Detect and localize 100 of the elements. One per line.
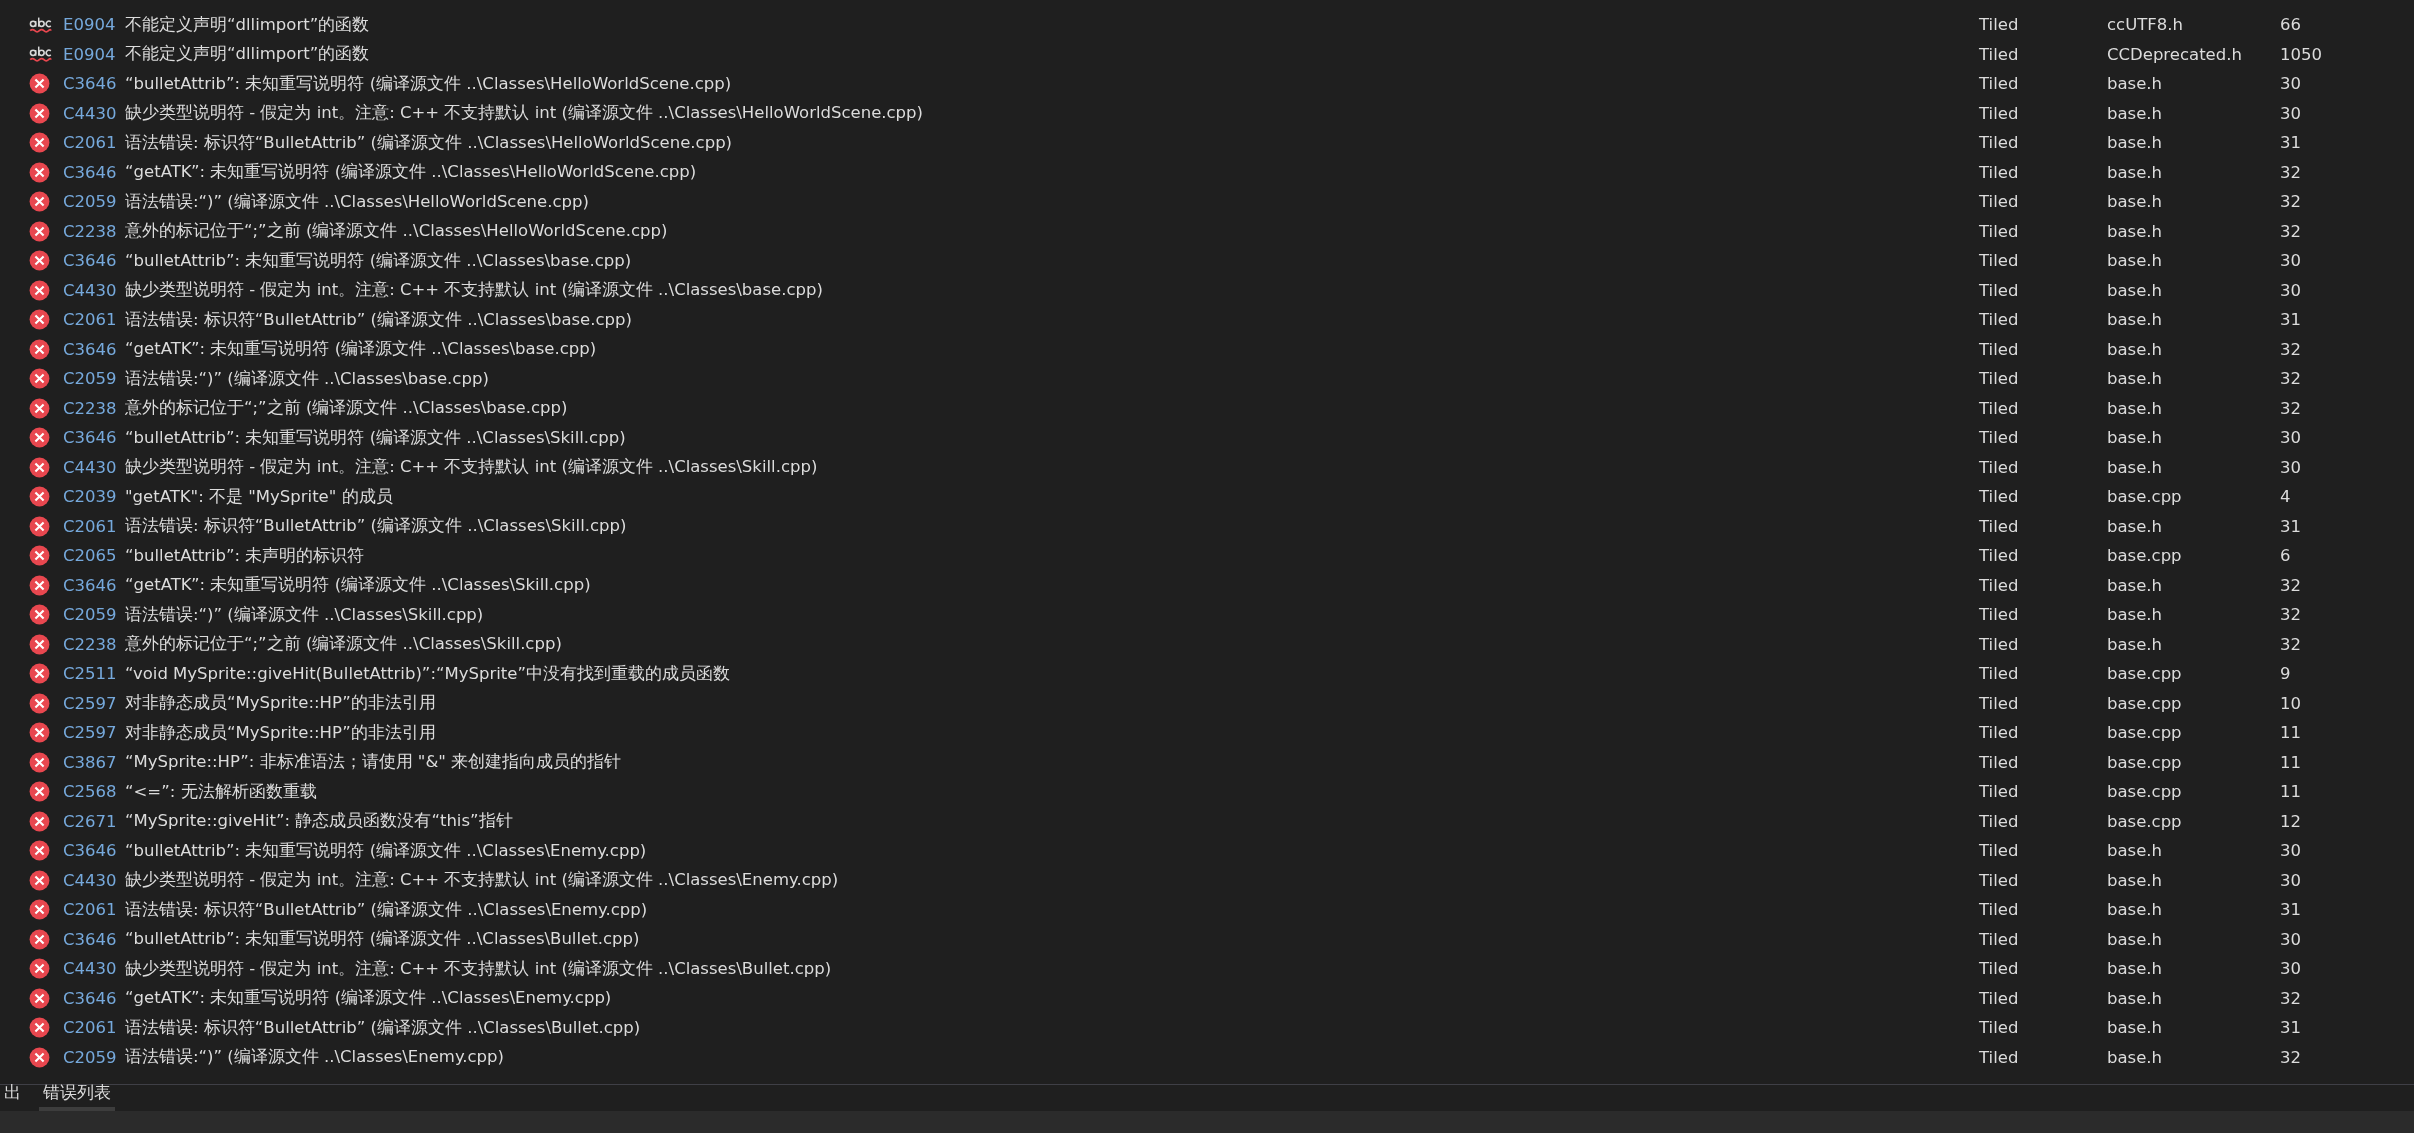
error-code: C3646 xyxy=(63,988,118,1008)
project-name: Tiled xyxy=(1979,221,2020,241)
error-row[interactable]: C3646 “bulletAttrib”: 未知重写说明符 (编译源文件 ..\Classes\HelloWorldScene.cpp) Tiled base.h 30 xyxy=(0,69,2414,99)
error-row[interactable]: C2061 语法错误: 标识符“BulletAttrib” (编译源文件 ..\Classes\Skill.cpp) Tiled base.h 31 xyxy=(0,511,2414,541)
error-icon xyxy=(29,102,50,124)
error-icon xyxy=(29,456,50,478)
error-icon xyxy=(29,1046,50,1068)
error-icon xyxy=(29,633,50,655)
error-row[interactable]: C4430 缺少类型说明符 - 假定为 int。注意: C++ 不支持默认 int (编译源文件 ..\Classes\base.cpp) Tiled base.h 30 xyxy=(0,275,2414,305)
error-row[interactable]: C2039 "getATK": 不是 "MySprite" 的成员 Tiled base.cpp 4 xyxy=(0,482,2414,512)
project-name: Tiled xyxy=(1979,1018,2020,1038)
file-name: base.h xyxy=(2107,634,2164,654)
error-row[interactable]: C2597 对非静态成员“MySprite::HP”的非法引用 Tiled base.cpp 11 xyxy=(0,718,2414,748)
file-name: base.h xyxy=(2107,457,2164,477)
error-row[interactable]: C2511 “void MySprite::giveHit(BulletAttrib)”:“MySprite”中没有找到重载的成员函数 Tiled base.cpp 9 xyxy=(0,659,2414,689)
project-name: Tiled xyxy=(1979,546,2020,566)
error-icon xyxy=(29,781,50,803)
error-description: “void MySprite::giveHit(BulletAttrib)”:“MySprite”中没有找到重载的成员函数 xyxy=(125,662,731,685)
file-name: base.cpp xyxy=(2107,664,2183,684)
error-code: C3646 xyxy=(63,841,118,861)
project-name: Tiled xyxy=(1979,1047,2020,1067)
file-name: base.h xyxy=(2107,575,2164,595)
error-icon xyxy=(29,810,50,832)
project-name: Tiled xyxy=(1979,723,2020,743)
error-row[interactable]: C3646 “getATK”: 未知重写说明符 (编译源文件 ..\Classes\HelloWorldScene.cpp) Tiled base.h 32 xyxy=(0,157,2414,187)
error-code: C4430 xyxy=(63,280,118,300)
error-row[interactable]: C3646 “getATK”: 未知重写说明符 (编译源文件 ..\Classes\Skill.cpp) Tiled base.h 32 xyxy=(0,570,2414,600)
error-description: 语法错误: 标识符“BulletAttrib” (编译源文件 ..\Classes\base.cpp) xyxy=(125,308,633,331)
error-row[interactable]: C2061 语法错误: 标识符“BulletAttrib” (编译源文件 ..\Classes\base.cpp) Tiled base.h 31 xyxy=(0,305,2414,335)
error-row[interactable]: C3646 “getATK”: 未知重写说明符 (编译源文件 ..\Classes\base.cpp) Tiled base.h 32 xyxy=(0,334,2414,364)
error-description: “MySprite::HP”: 非标准语法；请使用 "&" 来创建指向成员的指针 xyxy=(125,751,623,774)
error-row[interactable]: C3646 “bulletAttrib”: 未知重写说明符 (编译源文件 ..\Classes\Enemy.cpp) Tiled base.h 30 xyxy=(0,836,2414,866)
file-name: base.h xyxy=(2107,162,2164,182)
line-number: 32 xyxy=(2280,988,2302,1008)
error-icon xyxy=(29,663,50,685)
file-name: base.cpp xyxy=(2107,487,2183,507)
project-name: Tiled xyxy=(1979,988,2020,1008)
error-icon xyxy=(29,368,50,390)
error-code: C3646 xyxy=(63,251,118,271)
file-name: base.h xyxy=(2107,103,2164,123)
error-row[interactable]: C2061 语法错误: 标识符“BulletAttrib” (编译源文件 ..\Classes\Enemy.cpp) Tiled base.h 31 xyxy=(0,895,2414,925)
line-number: 12 xyxy=(2280,811,2302,831)
error-row[interactable]: C2059 语法错误:“)” (编译源文件 ..\Classes\Skill.cpp) Tiled base.h 32 xyxy=(0,600,2414,630)
error-row[interactable]: C3867 “MySprite::HP”: 非标准语法；请使用 "&" 来创建指向成员的指针 Tiled base.cpp 11 xyxy=(0,747,2414,777)
error-row[interactable]: C2568 “<=”: 无法解析函数重载 Tiled base.cpp 11 xyxy=(0,777,2414,807)
error-row[interactable]: C2059 语法错误:“)” (编译源文件 ..\Classes\Enemy.cpp) Tiled base.h 32 xyxy=(0,1042,2414,1072)
error-row[interactable]: C2059 语法错误:“)” (编译源文件 ..\Classes\HelloWorldScene.cpp) Tiled base.h 32 xyxy=(0,187,2414,217)
error-row[interactable]: C2597 对非静态成员“MySprite::HP”的非法引用 Tiled base.cpp 10 xyxy=(0,688,2414,718)
error-row[interactable]: C3646 “getATK”: 未知重写说明符 (编译源文件 ..\Classes\Enemy.cpp) Tiled base.h 32 xyxy=(0,983,2414,1013)
file-name: base.h xyxy=(2107,1018,2164,1038)
error-icon xyxy=(29,338,50,360)
error-row[interactable]: C2059 语法错误:“)” (编译源文件 ..\Classes\base.cpp) Tiled base.h 32 xyxy=(0,364,2414,394)
file-name: base.cpp xyxy=(2107,782,2183,802)
project-name: Tiled xyxy=(1979,162,2020,182)
line-number: 32 xyxy=(2280,605,2302,625)
error-row[interactable]: E0904 不能定义声明“dllimport”的函数 Tiled ccUTF8.h 66 xyxy=(0,10,2414,40)
error-row[interactable]: C2238 意外的标记位于“;”之前 (编译源文件 ..\Classes\Skill.cpp) Tiled base.h 32 xyxy=(0,629,2414,659)
project-name: Tiled xyxy=(1979,457,2020,477)
file-name: base.h xyxy=(2107,74,2164,94)
error-row[interactable]: C2061 语法错误: 标识符“BulletAttrib” (编译源文件 ..\Classes\HelloWorldScene.cpp) Tiled base.h 31 xyxy=(0,128,2414,158)
error-row[interactable]: C2238 意外的标记位于“;”之前 (编译源文件 ..\Classes\base.cpp) Tiled base.h 32 xyxy=(0,393,2414,423)
error-description: 语法错误:“)” (编译源文件 ..\Classes\Enemy.cpp) xyxy=(125,1046,505,1069)
error-row[interactable]: C4430 缺少类型说明符 - 假定为 int。注意: C++ 不支持默认 int (编译源文件 ..\Classes\Skill.cpp) Tiled base.h 30 xyxy=(0,452,2414,482)
error-row[interactable]: C4430 缺少类型说明符 - 假定为 int。注意: C++ 不支持默认 int (编译源文件 ..\Classes\Enemy.cpp) Tiled base.h 30 xyxy=(0,865,2414,895)
panel-tab[interactable]: 出 xyxy=(0,1081,25,1111)
error-description: 缺少类型说明符 - 假定为 int。注意: C++ 不支持默认 int (编译源文件 ..\Classes\Bullet.cpp) xyxy=(125,957,833,980)
error-row[interactable]: C2061 语法错误: 标识符“BulletAttrib” (编译源文件 ..\Classes\Bullet.cpp) Tiled base.h 31 xyxy=(0,1013,2414,1043)
project-name: Tiled xyxy=(1979,74,2020,94)
line-number: 32 xyxy=(2280,575,2302,595)
error-icon xyxy=(29,958,50,980)
error-row[interactable]: C2238 意外的标记位于“;”之前 (编译源文件 ..\Classes\HelloWorldScene.cpp) Tiled base.h 32 xyxy=(0,216,2414,246)
line-number: 31 xyxy=(2280,900,2302,920)
line-number: 30 xyxy=(2280,870,2302,890)
error-row[interactable]: E0904 不能定义声明“dllimport”的函数 Tiled CCDeprecated.h 1050 xyxy=(0,39,2414,69)
error-code: C3646 xyxy=(63,339,118,359)
error-description: 语法错误: 标识符“BulletAttrib” (编译源文件 ..\Classes\Bullet.cpp) xyxy=(125,1016,642,1039)
error-description: 缺少类型说明符 - 假定为 int。注意: C++ 不支持默认 int (编译源文件 ..\Classes\base.cpp) xyxy=(125,279,824,302)
line-number: 30 xyxy=(2280,841,2302,861)
error-icon xyxy=(29,722,50,744)
error-icon xyxy=(29,486,50,508)
line-number: 30 xyxy=(2280,251,2302,271)
error-icon xyxy=(29,132,50,154)
project-name: Tiled xyxy=(1979,516,2020,536)
project-name: Tiled xyxy=(1979,693,2020,713)
error-row[interactable]: C3646 “bulletAttrib”: 未知重写说明符 (编译源文件 ..\Classes\Bullet.cpp) Tiled base.h 30 xyxy=(0,924,2414,954)
error-row[interactable]: C4430 缺少类型说明符 - 假定为 int。注意: C++ 不支持默认 int (编译源文件 ..\Classes\Bullet.cpp) Tiled base.h 30 xyxy=(0,954,2414,984)
error-row[interactable]: C4430 缺少类型说明符 - 假定为 int。注意: C++ 不支持默认 int (编译源文件 ..\Classes\HelloWorldScene.cpp) Tiled base.h 30 xyxy=(0,98,2414,128)
line-number: 32 xyxy=(2280,192,2302,212)
line-number: 10 xyxy=(2280,693,2302,713)
error-row[interactable]: C3646 “bulletAttrib”: 未知重写说明符 (编译源文件 ..\Classes\Skill.cpp) Tiled base.h 30 xyxy=(0,423,2414,453)
error-code: C2059 xyxy=(63,369,118,389)
error-description: 不能定义声明“dllimport”的函数 xyxy=(125,13,371,36)
error-code: C2061 xyxy=(63,133,118,153)
error-icon xyxy=(29,840,50,862)
error-row[interactable]: C3646 “bulletAttrib”: 未知重写说明符 (编译源文件 ..\Classes\base.cpp) Tiled base.h 30 xyxy=(0,246,2414,276)
line-number: 32 xyxy=(2280,398,2302,418)
error-row[interactable]: C2671 “MySprite::giveHit”: 静态成员函数没有“this”指针 Tiled base.cpp 12 xyxy=(0,806,2414,836)
error-code: C4430 xyxy=(63,959,118,979)
error-row[interactable]: C2065 “bulletAttrib”: 未声明的标识符 Tiled base.cpp 6 xyxy=(0,541,2414,571)
error-icon xyxy=(29,73,50,95)
